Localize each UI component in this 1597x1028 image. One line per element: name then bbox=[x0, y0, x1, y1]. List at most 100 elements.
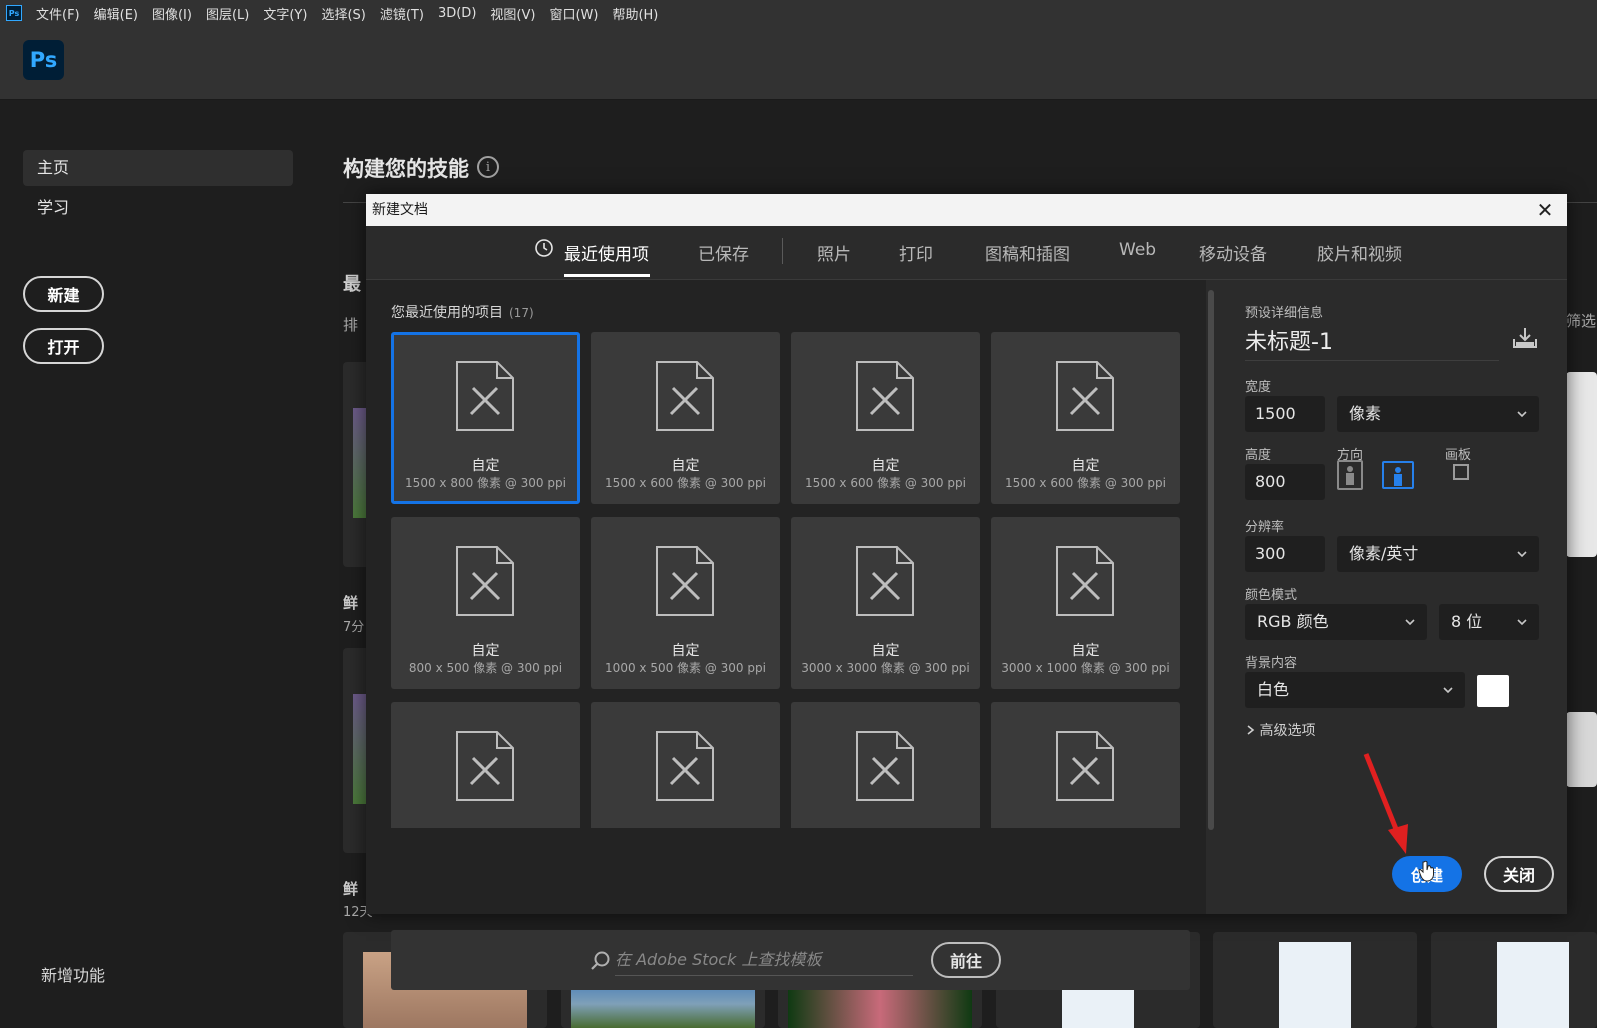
menu-3d[interactable]: 3D(D) bbox=[438, 6, 476, 21]
width-input[interactable]: 1500 bbox=[1245, 396, 1325, 432]
clock-icon bbox=[535, 239, 553, 257]
background-value: 白色 bbox=[1257, 680, 1290, 699]
background-color-swatch[interactable] bbox=[1477, 675, 1509, 707]
color-mode-select[interactable]: RGB 颜色 bbox=[1245, 604, 1427, 640]
menu-view[interactable]: 视图(V) bbox=[490, 4, 535, 23]
menu-file[interactable]: 文件(F) bbox=[36, 4, 80, 23]
learn-card[interactable] bbox=[1213, 932, 1417, 1028]
menu-select[interactable]: 选择(S) bbox=[321, 4, 365, 23]
preset-size: 3000 x 3000 像素 @ 300 ppi bbox=[801, 661, 970, 675]
height-input[interactable]: 800 bbox=[1245, 464, 1325, 500]
chevron-down-icon bbox=[1517, 551, 1527, 558]
preset-card[interactable] bbox=[391, 702, 580, 828]
chevron-down-icon bbox=[1517, 619, 1527, 626]
preset-name: 自定 bbox=[471, 643, 500, 659]
document-icon bbox=[656, 361, 714, 431]
filter-label-partial[interactable]: 筛选 bbox=[1566, 310, 1596, 331]
preset-card[interactable]: 自定 3000 x 3000 像素 @ 300 ppi bbox=[791, 517, 980, 689]
preset-name: 自定 bbox=[1071, 643, 1100, 659]
menu-window[interactable]: 窗口(W) bbox=[549, 4, 598, 23]
recent-file-card[interactable] bbox=[1566, 372, 1597, 557]
nav-item-home[interactable]: 主页 bbox=[23, 150, 293, 186]
advanced-options-toggle[interactable]: 高级选项 bbox=[1247, 720, 1315, 740]
recent-items-count: (17) bbox=[509, 306, 534, 320]
tab-film-video[interactable]: 胶片和视频 bbox=[1317, 240, 1402, 270]
menu-image[interactable]: 图像(I) bbox=[152, 4, 192, 23]
bit-depth-select[interactable]: 8 位 bbox=[1439, 604, 1539, 640]
preset-size: 3000 x 1000 像素 @ 300 ppi bbox=[1001, 661, 1170, 675]
menu-edit[interactable]: 编辑(E) bbox=[94, 4, 138, 23]
menu-help[interactable]: 帮助(H) bbox=[612, 4, 658, 23]
portrait-orientation-icon[interactable] bbox=[1337, 460, 1363, 490]
recent-file-card[interactable] bbox=[1566, 712, 1597, 787]
menu-filter[interactable]: 滤镜(T) bbox=[380, 4, 424, 23]
chevron-right-icon bbox=[1247, 725, 1255, 735]
close-icon[interactable]: ✕ bbox=[1533, 198, 1557, 222]
resolution-input[interactable]: 300 bbox=[1245, 536, 1325, 572]
learn-card[interactable] bbox=[1431, 932, 1597, 1028]
recent-items-label: 您最近使用的项目 (17) bbox=[391, 302, 534, 322]
color-mode-label: 颜色模式 bbox=[1245, 588, 1298, 603]
preset-card[interactable]: 自定 1500 x 600 像素 @ 300 ppi bbox=[591, 332, 780, 504]
preset-size: 1000 x 500 像素 @ 300 ppi bbox=[605, 661, 766, 675]
tab-mobile[interactable]: 移动设备 bbox=[1199, 240, 1267, 270]
document-icon bbox=[456, 361, 514, 431]
menu-type[interactable]: 文字(Y) bbox=[263, 4, 307, 23]
document-icon bbox=[656, 546, 714, 616]
tab-web[interactable]: Web bbox=[1119, 240, 1156, 270]
preset-details-heading: 预设详细信息 bbox=[1245, 306, 1324, 321]
info-icon[interactable]: i bbox=[477, 156, 499, 178]
preset-card[interactable]: 自定 800 x 500 像素 @ 300 ppi bbox=[391, 517, 580, 689]
save-preset-icon[interactable] bbox=[1511, 326, 1539, 350]
new-button[interactable]: 新建 bbox=[23, 276, 104, 312]
goto-button[interactable]: 前往 bbox=[931, 942, 1001, 978]
tab-saved[interactable]: 已保存 bbox=[698, 240, 749, 270]
width-unit-value: 像素 bbox=[1349, 404, 1382, 423]
nav-item-learn[interactable]: 学习 bbox=[23, 190, 293, 226]
document-icon bbox=[656, 731, 714, 801]
preset-card[interactable] bbox=[591, 702, 780, 828]
preset-name-field[interactable]: 未标题-1 bbox=[1245, 324, 1499, 361]
artboard-label: 画板 bbox=[1445, 448, 1472, 463]
preset-card[interactable]: 自定 3000 x 1000 像素 @ 300 ppi bbox=[991, 517, 1180, 689]
preset-card[interactable] bbox=[991, 702, 1180, 828]
chevron-down-icon bbox=[1517, 411, 1527, 418]
person-icon bbox=[1346, 466, 1354, 485]
preset-name: 自定 bbox=[671, 643, 700, 659]
resolution-unit-select[interactable]: 像素/英寸 bbox=[1337, 536, 1539, 572]
recent-file-name: 鲜 bbox=[343, 594, 359, 612]
presets-scrollbar[interactable] bbox=[1208, 290, 1214, 830]
menu-layer[interactable]: 图层(L) bbox=[206, 4, 249, 23]
nav-item-new-features[interactable]: 新增功能 bbox=[41, 962, 105, 986]
preset-card[interactable]: 自定 1000 x 500 像素 @ 300 ppi bbox=[591, 517, 780, 689]
document-icon bbox=[856, 546, 914, 616]
document-icon bbox=[456, 546, 514, 616]
annotation-arrow-icon bbox=[1363, 753, 1408, 854]
preset-size: 1500 x 600 像素 @ 300 ppi bbox=[805, 476, 966, 490]
recent-file-name: 鲜 bbox=[343, 880, 359, 898]
landscape-orientation-icon[interactable] bbox=[1382, 461, 1414, 489]
open-button[interactable]: 打开 bbox=[23, 328, 104, 364]
ps-app-icon: Ps bbox=[6, 5, 22, 21]
bit-depth-value: 8 位 bbox=[1451, 612, 1483, 631]
app-header: Ps bbox=[0, 26, 1597, 100]
tab-photo[interactable]: 照片 bbox=[817, 240, 851, 270]
preset-card[interactable]: 自定 1500 x 600 像素 @ 300 ppi bbox=[791, 332, 980, 504]
artboard-checkbox[interactable] bbox=[1453, 464, 1469, 480]
preset-name: 自定 bbox=[871, 458, 900, 474]
stock-search-input[interactable] bbox=[615, 944, 913, 976]
tab-print[interactable]: 打印 bbox=[899, 240, 933, 270]
close-button[interactable]: 关闭 bbox=[1484, 856, 1554, 892]
width-unit-select[interactable]: 像素 bbox=[1337, 396, 1539, 432]
background-select[interactable]: 白色 bbox=[1245, 672, 1465, 708]
preset-card[interactable]: 自定 1500 x 800 像素 @ 300 ppi bbox=[391, 332, 580, 504]
preset-card[interactable] bbox=[791, 702, 980, 828]
preset-card[interactable]: 自定 1500 x 600 像素 @ 300 ppi bbox=[991, 332, 1180, 504]
tab-recent[interactable]: 最近使用项 bbox=[564, 240, 649, 270]
tab-art-illustration[interactable]: 图稿和插图 bbox=[985, 240, 1070, 270]
document-icon bbox=[456, 731, 514, 801]
infographic-thumbnail bbox=[1497, 942, 1569, 1028]
document-icon bbox=[1056, 731, 1114, 801]
chevron-down-icon bbox=[1443, 687, 1453, 694]
advanced-options-label: 高级选项 bbox=[1259, 723, 1316, 739]
